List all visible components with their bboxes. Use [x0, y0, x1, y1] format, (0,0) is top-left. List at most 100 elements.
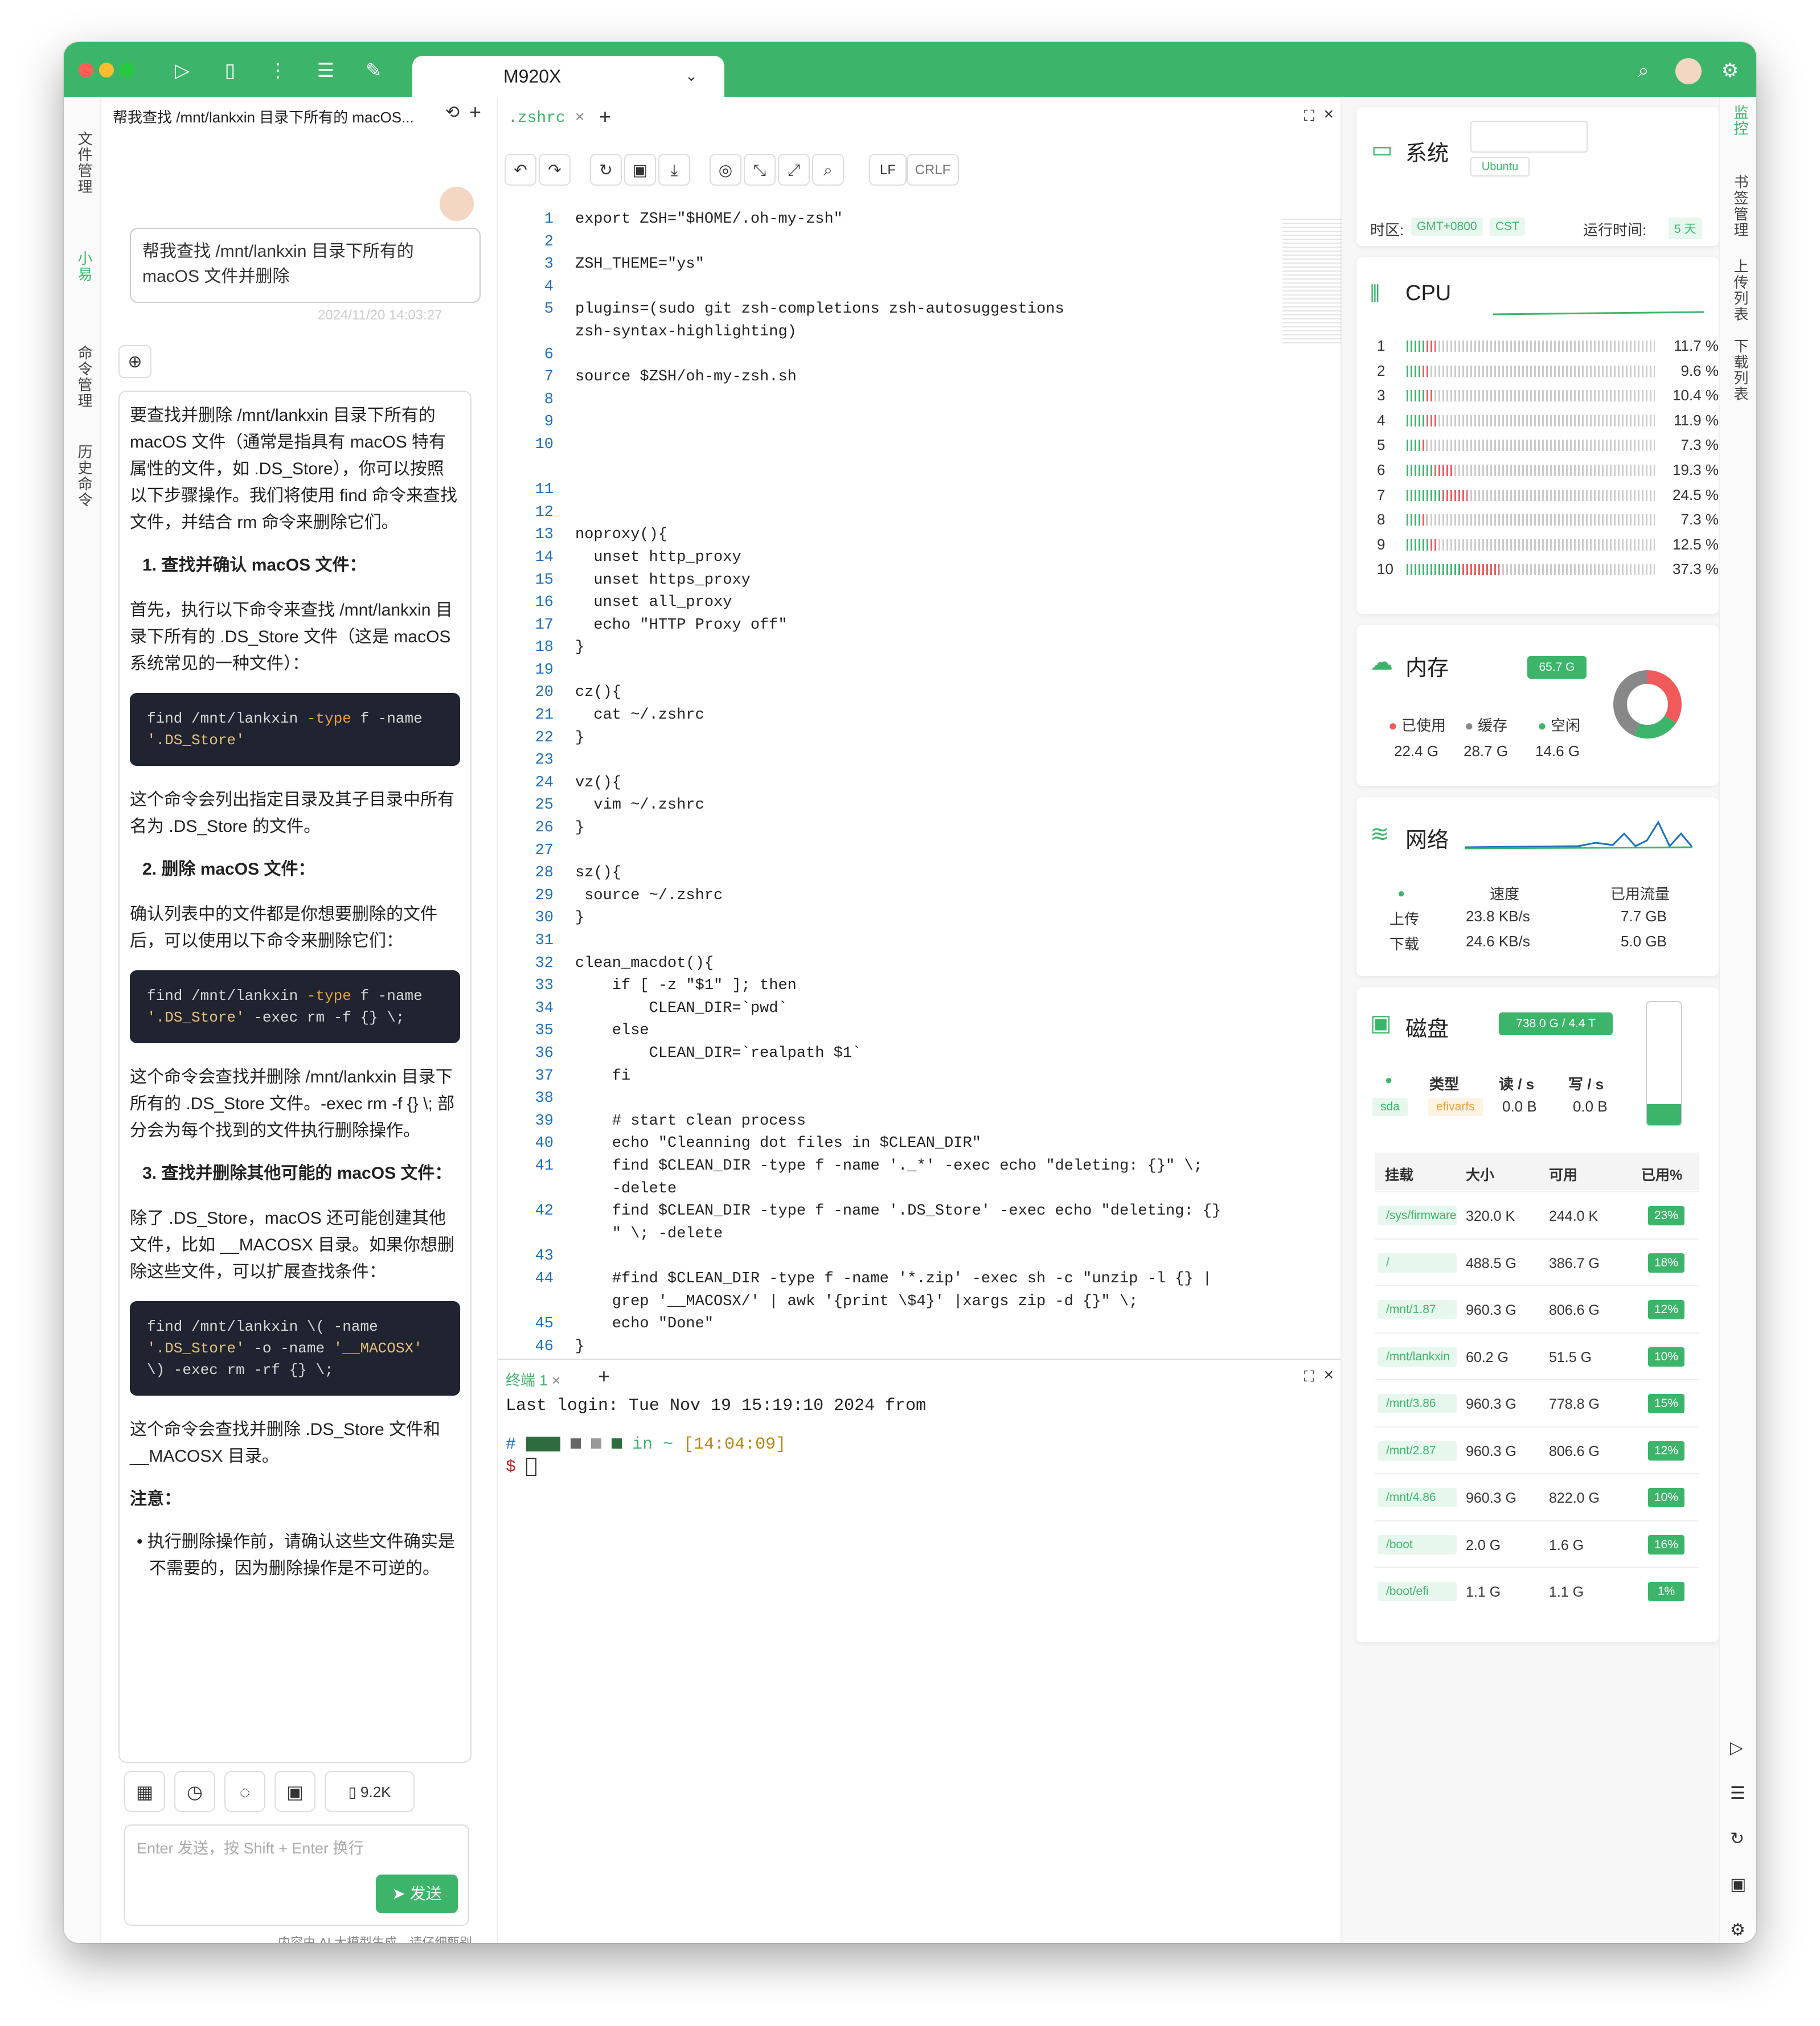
refresh-icon[interactable]: ↻ — [1730, 1829, 1744, 1849]
select-icon[interactable]: ▦ — [124, 1771, 165, 1812]
code-line[interactable]: " \; -delete — [498, 1223, 1295, 1246]
list-icon[interactable]: ☰ — [313, 58, 338, 83]
code-line[interactable]: 2 — [498, 231, 1295, 254]
code-line[interactable]: 3 ZSH_THEME="ys" — [498, 253, 1295, 276]
new-file-icon[interactable]: + — [599, 105, 611, 129]
code-line[interactable]: 13 noproxy(){ — [498, 524, 1295, 547]
save-icon[interactable]: ▣ — [1730, 1875, 1746, 1894]
code-line[interactable]: 39 # start clean process — [498, 1110, 1295, 1133]
code-line[interactable]: 8 — [498, 389, 1295, 412]
code-line[interactable]: 46} — [498, 1336, 1295, 1359]
rail-item-history[interactable]: 历史命令 — [74, 444, 95, 508]
undo-icon[interactable]: ↶ — [505, 154, 536, 186]
terminal-panel[interactable]: 终端 1 × + ⛶ × Last login: Tue Nov 19 15:1… — [498, 1359, 1342, 1943]
gear-icon[interactable]: ⚙ — [1717, 58, 1743, 83]
crlf-button[interactable]: CRLF — [907, 154, 959, 186]
code-line[interactable]: 15 unset https_proxy — [498, 569, 1295, 592]
code-line[interactable]: 34 CLEAN_DIR=`pwd` — [498, 998, 1295, 1020]
history-icon[interactable]: ⟲ — [445, 102, 460, 122]
code-line[interactable]: 28 sz(){ — [498, 862, 1295, 885]
chat-bubble-icon[interactable]: ◌ — [224, 1771, 265, 1812]
code-line[interactable]: 36 CLEAN_DIR=`realpath $1` — [498, 1043, 1295, 1065]
code-line[interactable]: 33 if [ -z "$1" ]; then — [498, 975, 1295, 998]
table-row[interactable]: /boot/efi 1.1 G 1.1 G 1% — [1375, 1567, 1699, 1613]
code-line[interactable]: 21 cat ~/.zshrc — [498, 704, 1295, 727]
rail-item-commands[interactable]: 命令管理 — [74, 345, 95, 409]
table-row[interactable]: /mnt/2.87 960.3 G 806.6 G 12% — [1375, 1426, 1699, 1472]
code-line[interactable]: 16 unset all_proxy — [498, 592, 1295, 614]
code-line[interactable]: 23 — [498, 749, 1295, 772]
reload-icon[interactable]: ↻ — [590, 154, 622, 186]
terminal-input-line[interactable]: $ — [506, 1458, 537, 1477]
lf-button[interactable]: LF — [869, 154, 907, 186]
expand-icon[interactable]: ⛶ — [1304, 107, 1314, 125]
code-line[interactable]: 26} — [498, 817, 1295, 840]
table-row[interactable]: /mnt/lankxin 60.2 G 51.5 G 10% — [1375, 1332, 1699, 1378]
code-line[interactable]: 9 — [498, 411, 1295, 434]
code-line[interactable]: 17 echo "HTTP Proxy off" — [498, 614, 1295, 637]
code-line[interactable]: -delete — [498, 1178, 1295, 1201]
avatar[interactable] — [1675, 58, 1702, 84]
new-chat-icon[interactable]: + — [469, 100, 481, 124]
code-line[interactable]: 19 — [498, 659, 1295, 682]
code-line[interactable]: 14 unset http_proxy — [498, 547, 1295, 569]
rail-item-downloads[interactable]: 下载列表 — [1730, 338, 1751, 402]
code-line[interactable]: 22} — [498, 727, 1295, 750]
code-line[interactable]: 29 source ~/.zshrc — [498, 885, 1295, 908]
code-line[interactable]: 31 — [498, 930, 1295, 953]
code-block[interactable]: find /mnt/lankxin -type f -name '.DS_Sto… — [130, 693, 460, 766]
rail-item-monitor[interactable]: 监控 — [1730, 105, 1751, 137]
expand-icon[interactable]: ⛶ — [1304, 1368, 1314, 1386]
zoom-window-button[interactable] — [120, 63, 134, 77]
code-line[interactable]: 37 fi — [498, 1065, 1295, 1088]
file-icon[interactable]: ▯ — [218, 58, 243, 83]
rail-item-files[interactable]: 文件管理 — [74, 131, 95, 195]
code-line[interactable]: 44 #find $CLEAN_DIR -type f -name '*.zip… — [498, 1268, 1295, 1291]
chat-input[interactable]: Enter 发送，按 Shift + Enter 换行 ➤ 发送 — [124, 1824, 469, 1926]
code-line[interactable]: 6 — [498, 344, 1295, 367]
rail-item-uploads[interactable]: 上传列表 — [1730, 259, 1751, 322]
code-line[interactable]: 42 find $CLEAN_DIR -type f -name '.DS_St… — [498, 1200, 1295, 1223]
table-row[interactable]: /mnt/3.86 960.3 G 778.8 G 15% — [1375, 1379, 1699, 1425]
code-line[interactable]: 24 vz(){ — [498, 772, 1295, 795]
wrench-icon[interactable]: ✎ — [361, 58, 386, 83]
rail-item-assistant[interactable]: 小易 — [74, 251, 95, 282]
close-editor-icon[interactable]: × — [1323, 105, 1334, 124]
code-line[interactable]: 43 — [498, 1245, 1295, 1268]
code-line[interactable]: 1 export ZSH="$HOME/.oh-my-zsh" — [498, 208, 1295, 231]
close-tab-icon[interactable]: × — [552, 1372, 560, 1389]
new-terminal-icon[interactable]: + — [598, 1364, 610, 1388]
code-line[interactable]: 10 — [498, 434, 1295, 457]
code-line[interactable]: 45 echo "Done" — [498, 1313, 1295, 1336]
code-line[interactable] — [498, 457, 1295, 479]
table-row[interactable]: / 488.5 G 386.7 G 18% — [1375, 1238, 1699, 1284]
tab-terminal[interactable]: 终端 1 × — [506, 1369, 560, 1390]
code-block[interactable]: find /mnt/lankxin -type f -name '.DS_Sto… — [130, 970, 460, 1043]
code-line[interactable]: 11 — [498, 479, 1295, 502]
code-line[interactable]: 41 find $CLEAN_DIR -type f -name '._*' -… — [498, 1155, 1295, 1178]
find-icon[interactable]: ⌕ — [812, 154, 844, 186]
tree-icon[interactable]: ⋮ — [265, 58, 290, 83]
terminal-icon[interactable]: ▷ — [1730, 1738, 1743, 1758]
table-row[interactable]: /boot 2.0 G 1.6 G 16% — [1375, 1520, 1699, 1566]
code-line[interactable]: 4 — [498, 276, 1295, 299]
code-line[interactable]: 32 clean_macdot(){ — [498, 953, 1295, 975]
code-line[interactable]: 7 source $ZSH/oh-my-zsh.sh — [498, 366, 1295, 389]
code-line[interactable]: 40 echo "Cleanning dot files in $CLEAN_D… — [498, 1133, 1295, 1155]
code-line[interactable]: 27 — [498, 840, 1295, 863]
rail-item-bookmarks[interactable]: 书签管理 — [1730, 174, 1751, 238]
clock-icon[interactable]: ◷ — [174, 1771, 215, 1812]
table-row[interactable]: /sys/firmware 320.0 K 244.0 K 23% — [1375, 1191, 1699, 1237]
tab-dropdown-button[interactable]: ⌄ — [677, 61, 706, 91]
save-icon[interactable]: ▣ — [624, 154, 656, 186]
code-block[interactable]: find /mnt/lankxin \( -name '.DS_Store' -… — [130, 1301, 460, 1396]
code-line[interactable]: 20 cz(){ — [498, 682, 1295, 704]
gear-icon[interactable]: ⚙ — [1730, 1920, 1745, 1940]
code-line[interactable]: 35 else — [498, 1020, 1295, 1043]
code-line[interactable]: 18} — [498, 637, 1295, 659]
redo-icon[interactable]: ↷ — [539, 154, 571, 186]
code-line[interactable]: zsh-syntax-highlighting) — [498, 321, 1295, 344]
robot-icon[interactable]: ▣ — [274, 1771, 315, 1812]
code-line[interactable]: 5 plugins=(sudo git zsh-completions zsh-a… — [498, 298, 1295, 321]
code-line[interactable]: 30} — [498, 907, 1295, 930]
